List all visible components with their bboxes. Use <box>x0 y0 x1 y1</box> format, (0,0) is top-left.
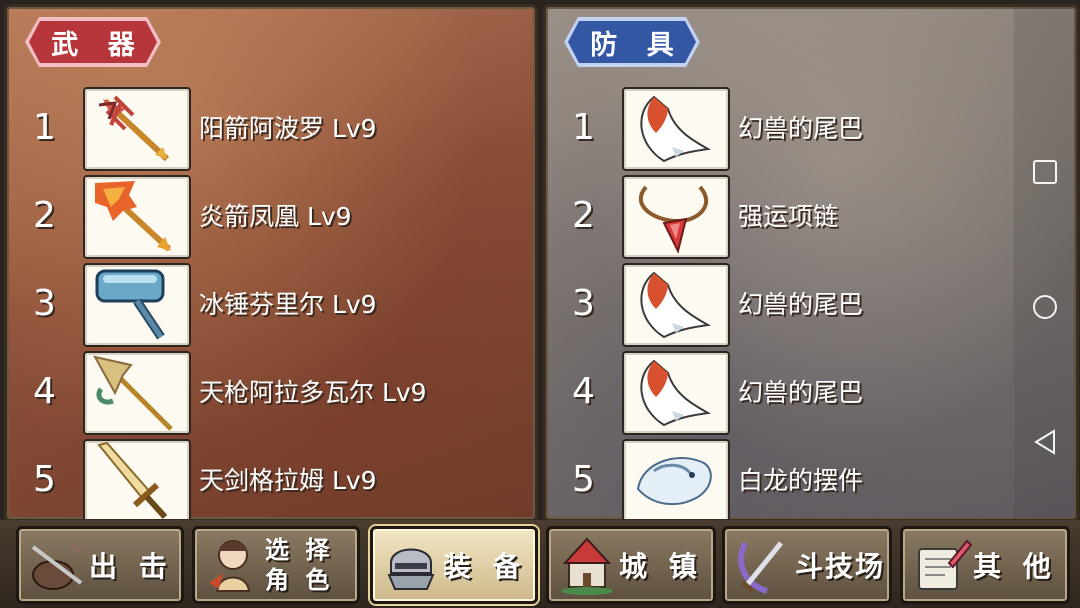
armor-panel: 防 具 1 幻兽的尾巴 2 强运项链 3 幻兽的尾巴 4 幻兽的尾巴 5 白龙的… <box>543 4 1079 522</box>
armor-header-tag: 防 具 <box>564 17 700 67</box>
armor-row[interactable]: 1 幻兽的尾巴 <box>546 87 1076 171</box>
slot-number: 1 <box>33 107 56 148</box>
slot-number: 5 <box>33 459 56 500</box>
weapons-panel: 武 器 1 阳箭阿波罗 Lv9 2 炎箭凤凰 Lv9 3 冰锤芬里尔 Lv9 4… <box>4 4 538 522</box>
armor-name: 幻兽的尾巴 <box>738 114 864 143</box>
weapons-title: 武 器 <box>29 21 157 63</box>
weapon-name: 冰锤芬里尔 Lv9 <box>199 290 377 319</box>
tab-label: 其 他 <box>973 550 1057 583</box>
system-navigation-bar <box>1014 7 1076 519</box>
armor-name: 幻兽的尾巴 <box>738 378 864 407</box>
weapon-name: 天剑格拉姆 Lv9 <box>199 466 377 495</box>
tab-label: 斗技场 <box>795 550 886 583</box>
tab-other[interactable]: 其 他 <box>900 526 1070 604</box>
slot-number: 2 <box>33 195 56 236</box>
beast-tail-icon <box>622 87 730 171</box>
character-select-icon <box>209 540 251 592</box>
weapon-row[interactable]: 4 天枪阿拉多瓦尔 Lv9 <box>7 351 535 435</box>
weapon-row[interactable]: 2 炎箭凤凰 Lv9 <box>7 175 535 259</box>
town-icon <box>561 537 613 595</box>
armor-title: 防 具 <box>568 21 696 63</box>
sortie-icon <box>31 541 83 590</box>
beast-tail-icon <box>622 263 730 347</box>
tab-label: 装 备 <box>443 550 527 583</box>
weapons-header-tag: 武 器 <box>25 17 161 67</box>
slot-number: 1 <box>572 107 595 148</box>
armor-name: 白龙的摆件 <box>738 466 864 495</box>
back-icon[interactable] <box>1032 429 1058 455</box>
luck-necklace-icon <box>622 175 730 259</box>
slot-number: 3 <box>33 283 56 324</box>
tab-equipment[interactable]: 装 备 <box>370 526 538 604</box>
armor-name: 幻兽的尾巴 <box>738 290 864 319</box>
weapon-name: 阳箭阿波罗 Lv9 <box>199 114 377 143</box>
tab-arena[interactable]: 斗技场 <box>722 526 892 604</box>
armor-row[interactable]: 2 强运项链 <box>546 175 1076 259</box>
tab-label: 出 击 <box>89 550 173 583</box>
tab-select-character[interactable]: 选 择 角 色 <box>192 526 360 604</box>
armor-name: 强运项链 <box>738 202 839 231</box>
flame-arrow-icon <box>83 175 191 259</box>
arena-icon <box>738 541 783 594</box>
tab-label: 选 择 角 色 <box>265 535 335 595</box>
beast-tail-icon <box>622 351 730 435</box>
white-dragon-ornament-icon <box>622 439 730 519</box>
heaven-spear-icon <box>83 351 191 435</box>
armor-row[interactable]: 3 幻兽的尾巴 <box>546 263 1076 347</box>
tab-label-line: 角 色 <box>265 566 334 594</box>
slot-number: 5 <box>572 459 595 500</box>
heaven-sword-icon <box>83 439 191 519</box>
weapon-row[interactable]: 5 天剑格拉姆 Lv9 <box>7 439 535 519</box>
armor-row[interactable]: 4 幻兽的尾巴 <box>546 351 1076 435</box>
ice-hammer-icon <box>83 263 191 347</box>
weapon-name: 天枪阿拉多瓦尔 Lv9 <box>199 378 427 407</box>
weapon-row[interactable]: 1 阳箭阿波罗 Lv9 <box>7 87 535 171</box>
other-icon <box>918 539 973 590</box>
home-icon[interactable] <box>1032 294 1058 320</box>
equipment-icon <box>387 548 435 590</box>
weapon-name: 炎箭凤凰 Lv9 <box>199 202 352 231</box>
recent-apps-icon[interactable] <box>1032 159 1058 185</box>
armor-row[interactable]: 5 白龙的摆件 <box>546 439 1076 519</box>
slot-number: 2 <box>572 195 595 236</box>
tab-label-line: 选 择 <box>265 536 334 564</box>
weapon-row[interactable]: 3 冰锤芬里尔 Lv9 <box>7 263 535 347</box>
slot-number: 3 <box>572 283 595 324</box>
sun-arrow-icon <box>83 87 191 171</box>
tab-sortie[interactable]: 出 击 <box>16 526 184 604</box>
tab-label: 城 镇 <box>619 550 703 583</box>
bottom-tab-bar: 出 击 选 择 角 色 装 备 城 镇 斗技场 其 他 <box>0 520 1080 608</box>
tab-town[interactable]: 城 镇 <box>546 526 716 604</box>
slot-number: 4 <box>572 371 595 412</box>
slot-number: 4 <box>33 371 56 412</box>
